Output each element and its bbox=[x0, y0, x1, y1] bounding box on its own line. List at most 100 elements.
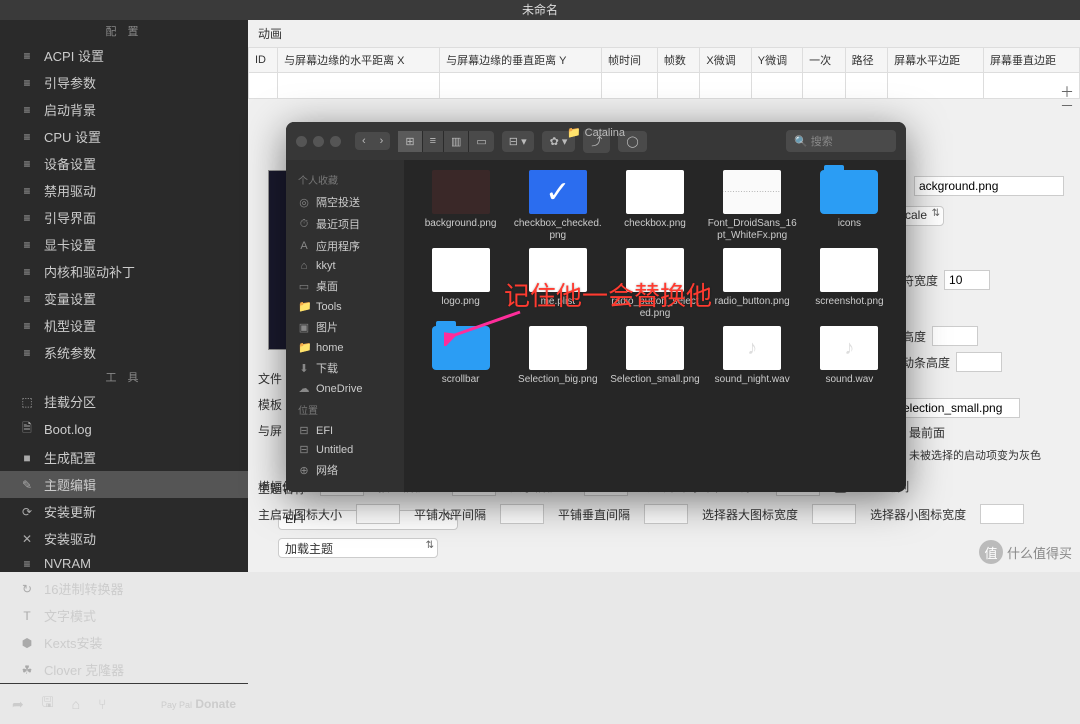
table-cell[interactable] bbox=[888, 73, 984, 99]
file-item[interactable]: ♪sound.wav bbox=[803, 326, 896, 386]
finder-sidebar-item[interactable]: 📁home bbox=[286, 338, 404, 357]
file-item[interactable]: Selection_small.png bbox=[608, 326, 701, 386]
sidebar-item[interactable]: ≡禁用驱动 bbox=[0, 177, 248, 204]
sidebar-item[interactable]: ⟳安装更新 bbox=[0, 498, 248, 525]
save-icon[interactable]: 🖫 bbox=[42, 692, 54, 716]
table-cell[interactable] bbox=[803, 73, 845, 99]
file-item[interactable]: ·····························Font_DroidS… bbox=[706, 170, 799, 242]
sidebar-item[interactable]: T文字模式 bbox=[0, 602, 248, 629]
sidebar-item[interactable]: ≡显卡设置 bbox=[0, 231, 248, 258]
sel-small-w-input[interactable] bbox=[980, 504, 1024, 524]
gray-label: 未被选择的启动项变为灰色 bbox=[909, 447, 1041, 463]
file-item[interactable]: radio_button.png bbox=[706, 248, 799, 320]
sidebar-item[interactable]: ⬢Kexts安装 bbox=[0, 629, 248, 656]
sel-big-w-input[interactable] bbox=[812, 504, 856, 524]
icon-view-icon[interactable]: ⊞ bbox=[398, 131, 422, 152]
table-cell[interactable] bbox=[700, 73, 751, 99]
sidebar-item-label: 安装驱动 bbox=[44, 529, 96, 548]
finder-sidebar-item[interactable]: ⊕网络 bbox=[286, 459, 404, 481]
table-header: 路径 bbox=[845, 48, 887, 73]
background-file-input[interactable] bbox=[914, 176, 1064, 196]
sidebar-item[interactable]: ≡ACPI 设置 bbox=[0, 42, 248, 69]
load-theme-select[interactable]: 加载主题 bbox=[278, 538, 438, 558]
sidebar-item-icon: ≡ bbox=[20, 238, 34, 252]
finder-sidebar-item[interactable]: ⊟Untitled bbox=[286, 440, 404, 459]
export-icon[interactable]: ➦ bbox=[12, 696, 24, 713]
finder-sidebar-item[interactable]: ◎隔空投送 bbox=[286, 191, 404, 213]
sidebar-item[interactable]: ≡机型设置 bbox=[0, 312, 248, 339]
sidebar-item-label: 内核和驱动补丁 bbox=[44, 262, 135, 281]
nav-buttons[interactable]: ‹› bbox=[355, 132, 390, 150]
table-cell[interactable] bbox=[440, 73, 602, 99]
finder-sidebar-item[interactable]: ⬇下载 bbox=[286, 357, 404, 379]
file-item[interactable]: icons bbox=[803, 170, 896, 242]
flat-v-input[interactable] bbox=[644, 504, 688, 524]
sidebar-item[interactable]: ☘Clover 克隆器 bbox=[0, 656, 248, 683]
column-view-icon[interactable]: ▥ bbox=[444, 131, 469, 152]
view-mode-group[interactable]: ⊞ ≡ ▥ ▭ bbox=[398, 131, 493, 152]
finder-search[interactable]: 🔍 搜索 bbox=[786, 130, 896, 152]
add-row-button[interactable]: ＋ bbox=[1060, 86, 1074, 98]
table-cell[interactable] bbox=[751, 73, 802, 99]
sidebar-item[interactable]: ≡变量设置 bbox=[0, 285, 248, 312]
sidebar-item-label: 设备设置 bbox=[44, 154, 96, 173]
sidebar-item-label: Kexts安装 bbox=[44, 633, 103, 652]
remove-row-button[interactable]: － bbox=[1060, 100, 1074, 112]
finder-sidebar-item[interactable]: ▣图片 bbox=[286, 316, 404, 338]
sidebar-item[interactable]: ≡引导参数 bbox=[0, 69, 248, 96]
file-item[interactable]: background.png bbox=[414, 170, 507, 242]
table-cell[interactable] bbox=[657, 73, 699, 99]
sidebar-item[interactable]: ⬚挂载分区 bbox=[0, 388, 248, 415]
sidebar-item[interactable]: ≡设备设置 bbox=[0, 150, 248, 177]
sidebar-item[interactable]: ≡CPU 设置 bbox=[0, 123, 248, 150]
arrange-icon[interactable]: ⊟ ▾ bbox=[502, 131, 534, 152]
forward-icon[interactable]: › bbox=[373, 132, 391, 150]
sidebar-item[interactable]: ≡引导界面 bbox=[0, 204, 248, 231]
file-item[interactable]: checkbox.png bbox=[608, 170, 701, 242]
sidebar-item[interactable]: ↻16进制转换器 bbox=[0, 575, 248, 602]
sidebar-item[interactable]: ≡内核和驱动补丁 bbox=[0, 258, 248, 285]
finder-sidebar-item[interactable]: ⏱最近项目 bbox=[286, 213, 404, 235]
finder-sidebar-item[interactable]: 📁Tools bbox=[286, 297, 404, 316]
traffic-lights[interactable] bbox=[296, 136, 341, 147]
list-view-icon[interactable]: ≡ bbox=[423, 131, 444, 152]
finder-sidebar-item[interactable]: ▭桌面 bbox=[286, 275, 404, 297]
file-item[interactable]: Selection_big.png bbox=[511, 326, 604, 386]
finder-sidebar-icon: 📁 bbox=[298, 300, 310, 313]
sidebar-item[interactable]: ✕安装驱动 bbox=[0, 525, 248, 552]
home-icon[interactable]: ⌂ bbox=[72, 696, 80, 712]
table-header: Y微调 bbox=[751, 48, 802, 73]
flat-h-input[interactable] bbox=[500, 504, 544, 524]
donate-button[interactable]: Pay Pal Donate bbox=[161, 697, 236, 711]
sidebar-item[interactable]: ≡系统参数 bbox=[0, 339, 248, 366]
table-cell[interactable] bbox=[845, 73, 887, 99]
sidebar-item-icon: ☘ bbox=[20, 663, 34, 677]
scrollheight-input[interactable] bbox=[956, 352, 1002, 372]
finder-sidebar-item[interactable]: ⊟EFI bbox=[286, 421, 404, 440]
finder-sidebar-item[interactable]: ⌂kkyt bbox=[286, 257, 404, 275]
sidebar-item[interactable]: ■生成配置 bbox=[0, 444, 248, 471]
selection-small-input[interactable] bbox=[890, 398, 1020, 418]
main-icon-input[interactable] bbox=[356, 504, 400, 524]
colheight-input[interactable] bbox=[932, 326, 978, 346]
finder-sidebar-item[interactable]: ☁OneDrive bbox=[286, 379, 404, 398]
fontwidth-input[interactable] bbox=[944, 270, 990, 290]
gallery-view-icon[interactable]: ▭ bbox=[469, 131, 493, 152]
file-item[interactable]: ♪sound_night.wav bbox=[706, 326, 799, 386]
share-icon[interactable]: ⑂ bbox=[98, 696, 106, 712]
sidebar-item[interactable]: 🗎Boot.log bbox=[0, 415, 248, 444]
file-item[interactable]: screenshot.png bbox=[803, 248, 896, 320]
table-cell[interactable] bbox=[278, 73, 440, 99]
table-cell[interactable] bbox=[249, 73, 278, 99]
sidebar-section-header: 配 置 bbox=[0, 20, 248, 42]
sidebar-item-icon: ≡ bbox=[20, 130, 34, 144]
sidebar-item[interactable]: ✎主题编辑 bbox=[0, 471, 248, 498]
finder-sidebar-item[interactable]: A应用程序 bbox=[286, 235, 404, 257]
file-item[interactable]: ✓checkbox_checked.png bbox=[511, 170, 604, 242]
sidebar-item-label: 引导参数 bbox=[44, 73, 96, 92]
table-cell[interactable] bbox=[602, 73, 658, 99]
sidebar-item[interactable]: ≡启动背景 bbox=[0, 96, 248, 123]
finder-sidebar-icon: ▭ bbox=[298, 280, 310, 293]
back-icon[interactable]: ‹ bbox=[355, 132, 373, 150]
arrange-group[interactable]: ⊟ ▾ bbox=[502, 131, 534, 152]
